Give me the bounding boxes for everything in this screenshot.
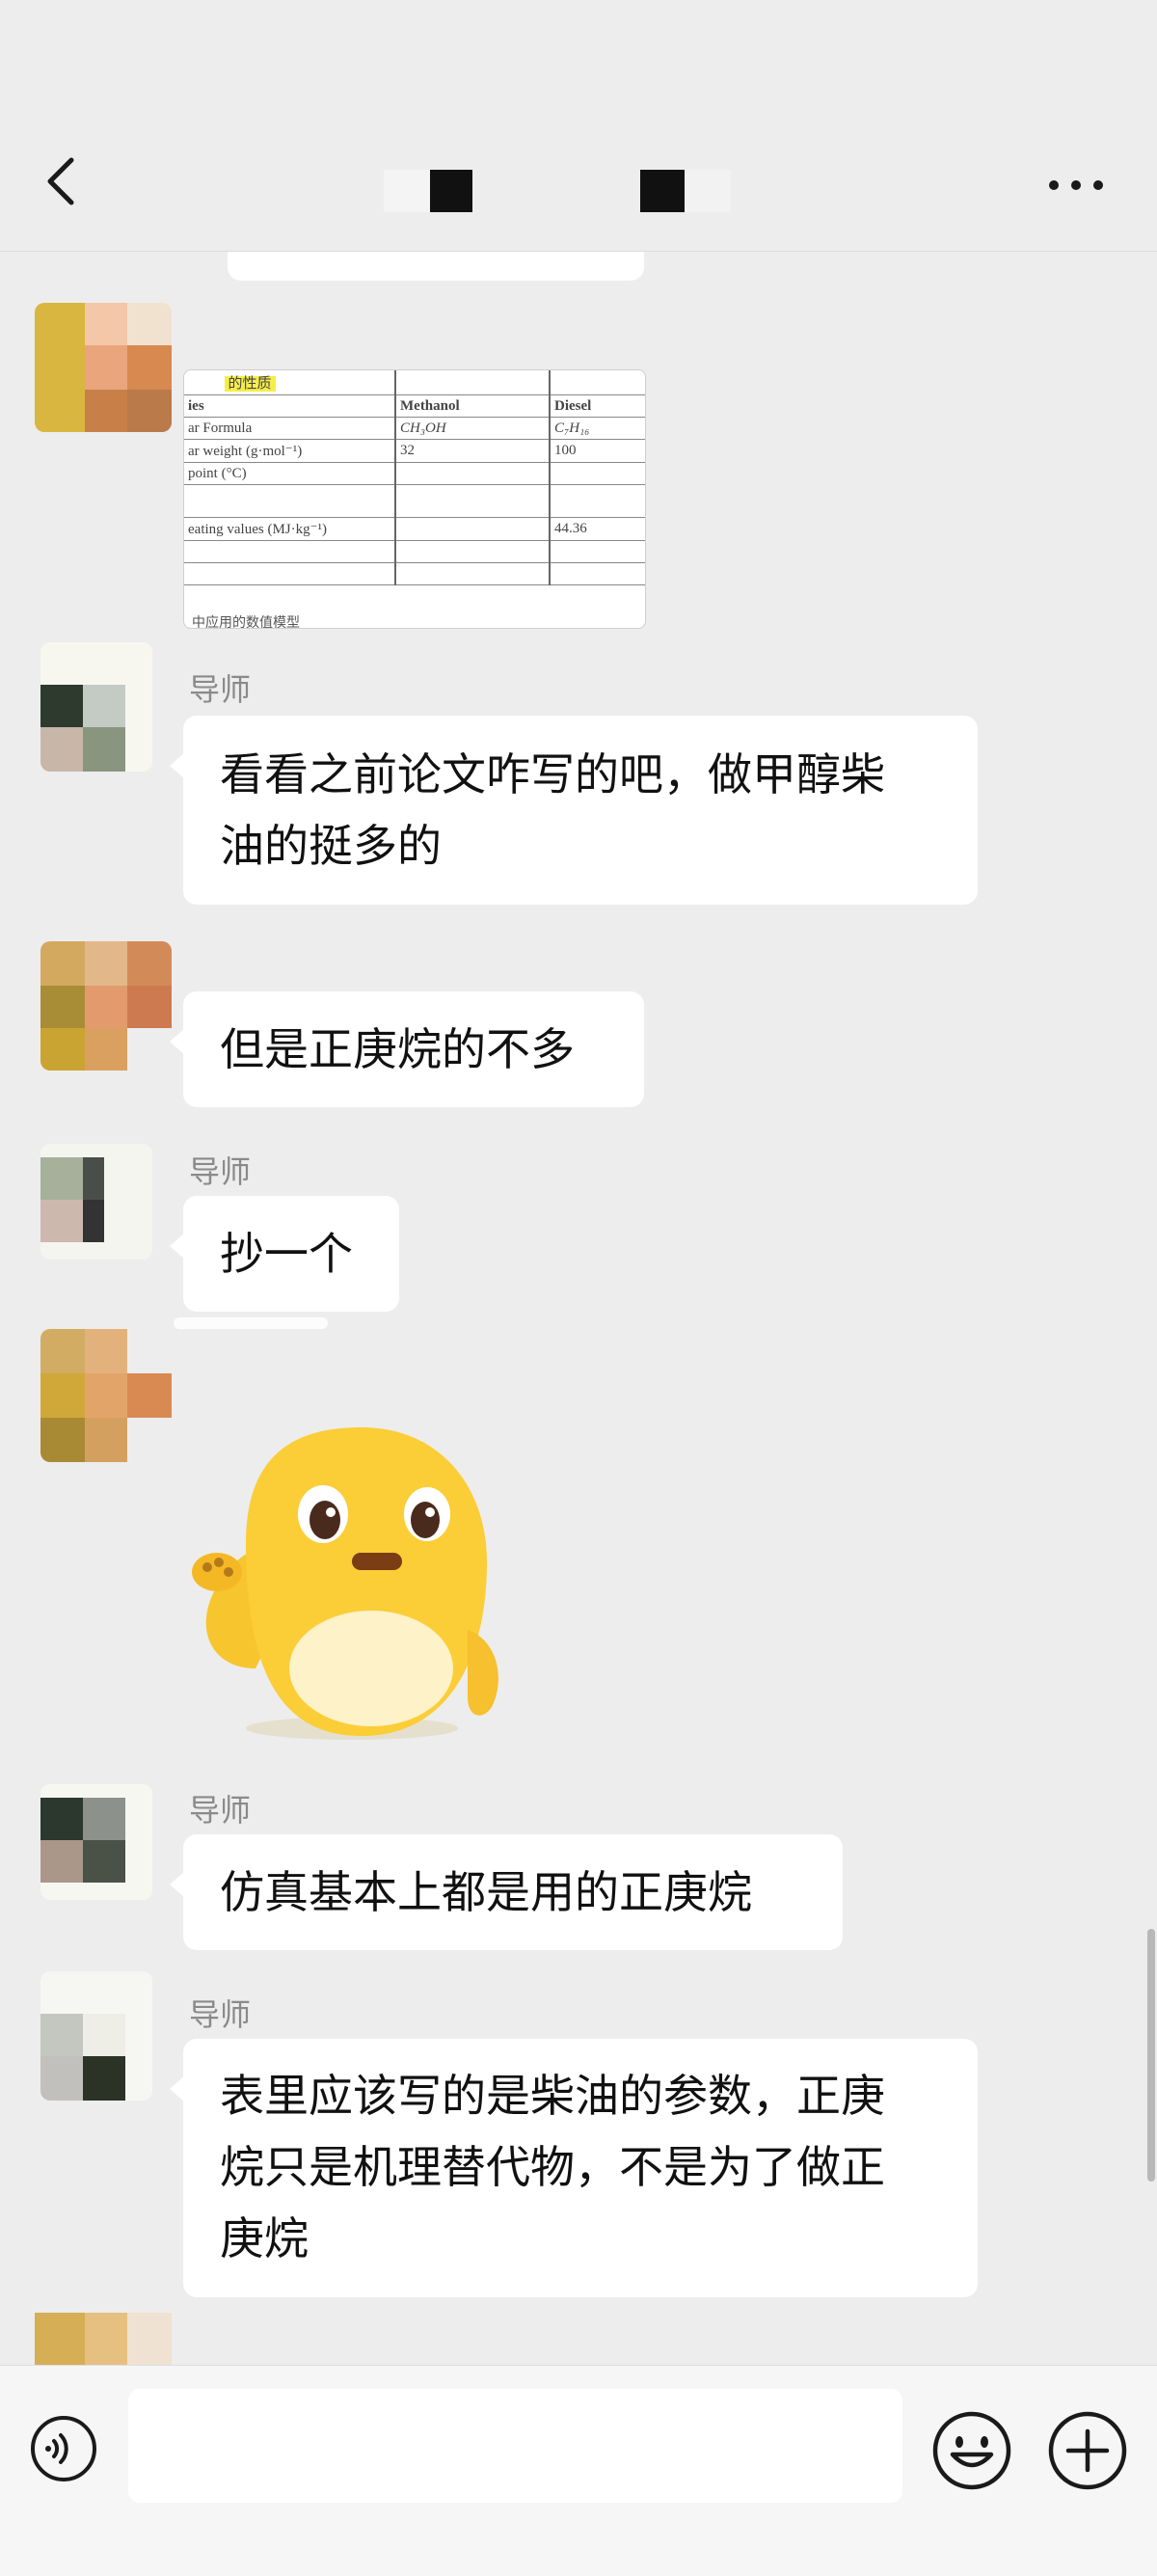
message-text-line: 油的挺多的 [220, 820, 442, 872]
sender-name: 导师 [189, 671, 252, 708]
previous-message-remnant [228, 252, 644, 281]
bubble-remnant [174, 1317, 328, 1329]
avatar-self[interactable] [35, 303, 172, 432]
yellow-chick-sticker[interactable] [188, 1427, 516, 1746]
avatar-mentor[interactable] [40, 642, 152, 772]
table-image-message[interactable]: 的性质 ies Methanol Diesel ar Formula CH₃OH… [183, 369, 646, 629]
message-text-line: 烷只是机理替代物，不是为了做正 [220, 2141, 885, 2193]
table-header-cell: ies [184, 394, 396, 418]
more-button[interactable] [1041, 164, 1111, 203]
message-text-line: 仿真基本上都是用的正庚烷 [220, 1866, 752, 1918]
avatar-self[interactable] [40, 1329, 172, 1462]
message-input[interactable] [128, 2389, 902, 2503]
sender-name: 导师 [189, 1153, 252, 1190]
message-text-line: 但是正庚烷的不多 [220, 1023, 575, 1075]
table-row: eating values (MJ·kg⁻¹) 44.36 [184, 517, 645, 541]
highlighted-text: 的性质 [224, 376, 276, 392]
sender-name: 导师 [189, 1996, 252, 2033]
message-bubble[interactable]: 表里应该写的是柴油的参数，正庚 烷只是机理替代物，不是为了做正 庚烷 [170, 2039, 978, 2297]
message-text-line: 看看之前论文咋写的吧，做甲醇柴 [220, 748, 885, 800]
voice-icon [31, 2416, 96, 2481]
table-highlight-row: 的性质 [184, 370, 645, 395]
table-row [184, 562, 645, 585]
table-row [184, 540, 645, 563]
avatar-mentor[interactable] [40, 1144, 152, 1260]
chat-header [0, 0, 1157, 252]
chat-title-redacted-part-2 [640, 170, 731, 212]
avatar-self[interactable] [40, 941, 172, 1071]
back-button[interactable] [39, 154, 87, 208]
emoji-button[interactable] [931, 2410, 1012, 2491]
input-bar [0, 2365, 1157, 2576]
table-caption: 中应用的数值模型 [192, 615, 300, 629]
avatar-mentor[interactable] [40, 1784, 152, 1900]
table-header-cell: Methanol [395, 394, 551, 418]
message-text-line: 庚烷 [220, 2212, 309, 2264]
sender-name: 导师 [189, 1792, 252, 1829]
table-row [184, 484, 645, 518]
message-text-line: 表里应该写的是柴油的参数，正庚 [220, 2070, 885, 2122]
chat-title-redacted-part-1 [384, 170, 472, 212]
message-text-line: 抄一个 [220, 1228, 353, 1280]
property-table: 的性质 ies Methanol Diesel ar Formula CH₃OH… [184, 370, 645, 585]
avatar-self-partial [35, 2313, 172, 2365]
scrollbar[interactable] [1147, 1929, 1155, 2182]
more-horizontal-icon [1049, 180, 1059, 190]
message-bubble[interactable]: 但是正庚烷的不多 [170, 991, 644, 1107]
sticker-image [192, 1427, 498, 1740]
avatar-mentor[interactable] [40, 1971, 152, 2101]
message-bubble[interactable]: 仿真基本上都是用的正庚烷 [170, 1834, 843, 1950]
message-bubble[interactable]: 抄一个 [170, 1196, 399, 1312]
table-row: point (°C) [184, 462, 645, 485]
emoji-smile-icon [932, 2411, 1011, 2490]
voice-button[interactable] [29, 2414, 98, 2483]
table-header-cell: Diesel [550, 394, 645, 418]
table-row: ar weight (g·mol⁻¹) 32 100 [184, 439, 645, 463]
plus-button[interactable] [1047, 2410, 1128, 2491]
message-bubble[interactable]: 看看之前论文咋写的吧，做甲醇柴 油的挺多的 [170, 716, 978, 905]
table-row: ar Formula CH₃OH C₇H₁₆ [184, 417, 645, 440]
plus-circle-icon [1048, 2411, 1127, 2490]
table-header-row: ies Methanol Diesel [184, 394, 645, 418]
chevron-left-icon [47, 157, 74, 205]
